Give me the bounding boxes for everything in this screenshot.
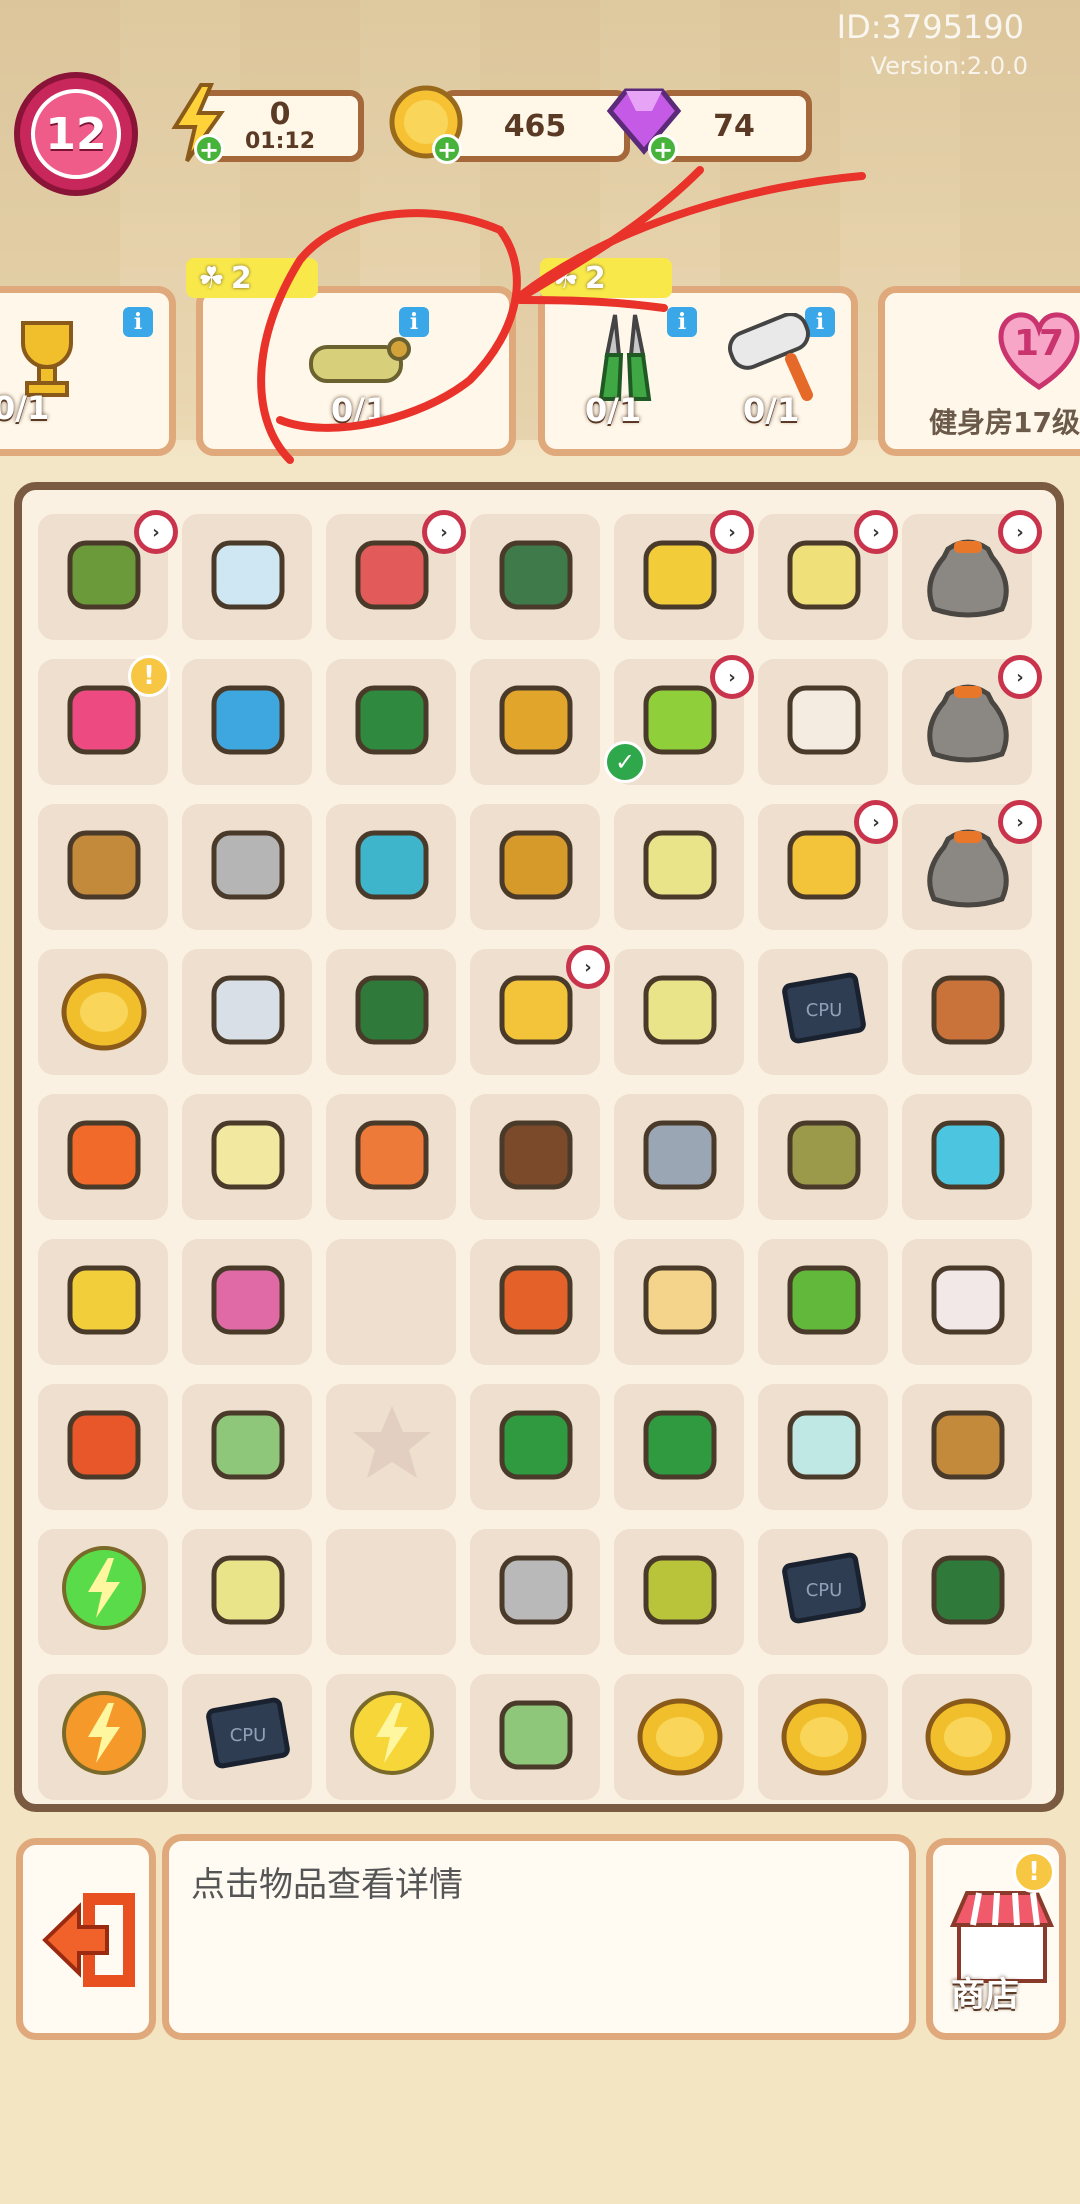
cardboard-box-icon	[907, 1233, 1029, 1363]
timer-clock-icon: ›	[998, 655, 1042, 699]
cardboard-pieces-icon	[475, 798, 597, 928]
energy-orb-green-icon	[43, 1523, 165, 1653]
timer-clock-icon: ›	[854, 510, 898, 554]
hula-hoop-icon	[331, 798, 453, 928]
hammer-icon	[187, 798, 309, 928]
timer-clock-icon: ›	[998, 510, 1042, 554]
inventory-board: › › › › › › › › › › CPU CPU CPU ✓!	[14, 482, 1064, 1812]
coin-icon	[619, 1668, 741, 1798]
snail-shell-icon	[619, 1088, 741, 1218]
drawer-icon	[475, 653, 597, 783]
screwdriver-icon	[475, 1378, 597, 1508]
timer-clock-icon: ›	[710, 510, 754, 554]
basket-tools-icon	[187, 1523, 309, 1653]
coin-pile-icon	[763, 1668, 885, 1798]
toolbox-green-icon	[331, 653, 453, 783]
toolbox-open-icon	[475, 508, 597, 638]
tree-stump-icon	[907, 943, 1029, 1073]
chip-icon: CPU	[763, 1523, 885, 1653]
check-icon: ✓	[604, 741, 646, 783]
gloves-icon	[475, 1668, 597, 1798]
svg-text:CPU: CPU	[230, 1725, 267, 1746]
apple-core-icon	[43, 1088, 165, 1218]
item-detail-panel: 点击物品查看详情	[162, 1834, 916, 2040]
exit-button[interactable]	[16, 1838, 156, 2040]
sprout-icon	[475, 1088, 597, 1218]
timer-clock-icon: ›	[854, 800, 898, 844]
blue-slide-icon	[907, 1088, 1029, 1218]
handlebar-icon	[907, 1523, 1029, 1653]
star-slot-icon	[331, 1378, 453, 1508]
svg-text:CPU: CPU	[806, 1000, 843, 1021]
shop-label: 商店	[951, 1975, 1019, 2015]
basket-icon	[43, 798, 165, 928]
glove-icon	[187, 1378, 309, 1508]
timer-clock-icon: ›	[422, 510, 466, 554]
board-cell	[326, 1239, 456, 1365]
sandbags-icon	[763, 1088, 885, 1218]
timer-clock-icon: ›	[998, 800, 1042, 844]
robot-vacuum-icon	[187, 508, 309, 638]
detail-hint: 点击物品查看详情	[191, 1865, 463, 1905]
brick-icon	[187, 1233, 309, 1363]
shop-alert-icon: !	[1013, 1851, 1055, 1893]
box-cutter-icon	[475, 1233, 597, 1363]
alert-icon: !	[128, 655, 170, 697]
energy-orb-orange-icon	[43, 1668, 165, 1798]
can-icon	[43, 1378, 165, 1508]
woven-basket-icon	[907, 1378, 1029, 1508]
chip-icon: CPU	[763, 943, 885, 1073]
timer-clock-icon: ›	[566, 945, 610, 989]
snail-cat-icon	[619, 1233, 741, 1363]
tray-icon	[619, 798, 741, 928]
timer-clock-icon: ›	[134, 510, 178, 554]
shop-button[interactable]: ! 商店	[926, 1838, 1066, 2040]
basket-yellow-icon	[619, 943, 741, 1073]
yarn-icon	[187, 1088, 309, 1218]
exit-icon	[37, 1885, 141, 1999]
board-cell	[326, 1529, 456, 1655]
dumbbell-icon	[187, 943, 309, 1073]
seed-bag-icon	[619, 1523, 741, 1653]
bunny-slippers-icon	[763, 653, 885, 783]
green-box-icon	[331, 943, 453, 1073]
coin-heap-icon	[907, 1668, 1029, 1798]
pencil-icon	[331, 1088, 453, 1218]
robot-vacuum-blue-icon	[187, 653, 309, 783]
coins-icon	[43, 943, 165, 1073]
hacksaw-icon	[475, 1523, 597, 1653]
energy-orb-yellow-icon	[331, 1668, 453, 1798]
banana-peel-icon	[43, 1233, 165, 1363]
terrarium-icon	[763, 1378, 885, 1508]
bush-pot-icon	[763, 1233, 885, 1363]
timer-clock-icon: ›	[710, 655, 754, 699]
chip-icon: CPU	[187, 1668, 309, 1798]
svg-text:CPU: CPU	[806, 1580, 843, 1601]
wrench-icon	[619, 1378, 741, 1508]
